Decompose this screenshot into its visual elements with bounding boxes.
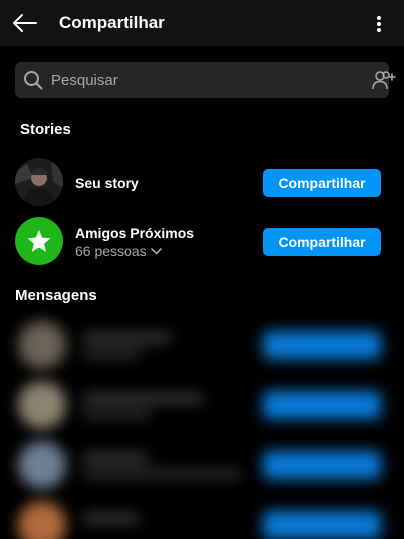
blurred-share-button[interactable] <box>263 391 381 419</box>
blurred-share-button[interactable] <box>263 331 381 359</box>
story-name: Amigos Próximos <box>75 225 195 241</box>
avatar <box>18 381 66 429</box>
kebab-menu-icon <box>377 16 381 32</box>
close-friends-avatar <box>15 217 63 265</box>
back-button[interactable] <box>9 9 39 37</box>
avatar <box>18 441 66 489</box>
avatar <box>18 321 66 369</box>
story-name: Seu story <box>75 175 139 191</box>
search-icon <box>24 71 43 90</box>
search-input[interactable] <box>51 62 351 98</box>
blurred-share-button[interactable] <box>263 451 381 479</box>
blurred-text <box>82 513 140 523</box>
list-item[interactable] <box>0 435 404 495</box>
page-title: Compartilhar <box>59 13 165 32</box>
avatar <box>15 158 63 206</box>
avatar <box>18 501 66 539</box>
arrow-left-icon <box>13 14 37 32</box>
star-icon <box>27 230 51 252</box>
more-options-button[interactable] <box>366 11 392 37</box>
blurred-share-button[interactable] <box>263 511 381 539</box>
share-button-seu-story[interactable]: Compartilhar <box>263 169 381 197</box>
add-people-icon[interactable] <box>371 69 397 91</box>
stories-section-title: Stories <box>20 121 71 138</box>
close-friends-count-label: 66 pessoas <box>75 243 147 259</box>
story-row-seu-story: Seu story Compartilhar <box>15 158 383 208</box>
list-item[interactable] <box>0 315 404 375</box>
share-button-amigos-proximos[interactable]: Compartilhar <box>263 228 381 256</box>
blurred-text <box>82 349 142 359</box>
story-row-amigos-proximos: Amigos Próximos 66 pessoas Compartilhar <box>15 217 383 267</box>
chevron-down-icon <box>150 247 162 255</box>
blurred-text <box>82 453 148 463</box>
close-friends-count[interactable]: 66 pessoas <box>75 243 162 259</box>
blurred-text <box>82 469 242 479</box>
blurred-text <box>82 333 172 343</box>
messages-section-title: Mensagens <box>15 287 97 304</box>
search-bar[interactable] <box>15 62 396 98</box>
blurred-text <box>82 409 152 419</box>
app-header: Compartilhar <box>0 0 404 46</box>
list-item[interactable] <box>0 375 404 435</box>
list-item[interactable] <box>0 495 404 539</box>
blurred-text <box>82 393 204 403</box>
